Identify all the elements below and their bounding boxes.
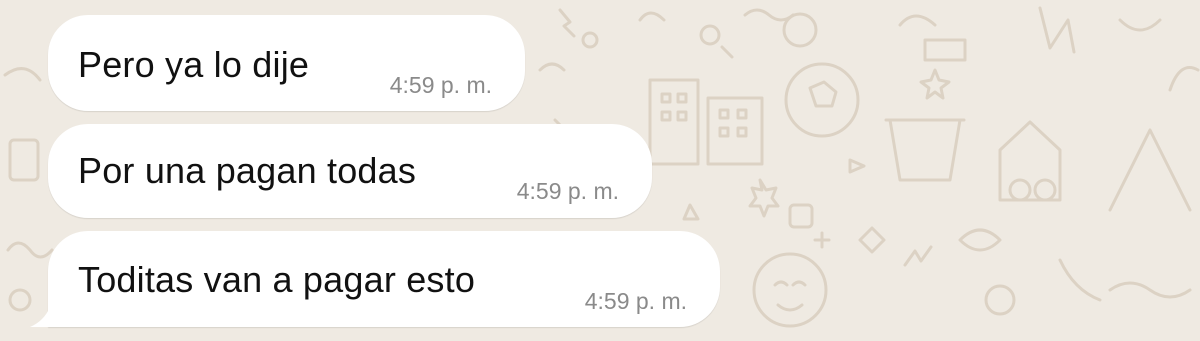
message-timestamp: 4:59 p. m.	[389, 72, 492, 98]
message-text: Pero ya lo dije	[78, 44, 310, 85]
message-text: Toditas van a pagar esto	[78, 259, 476, 300]
message-bubble[interactable]: Pero ya lo dije 4:59 p. m.	[48, 15, 525, 111]
message-bubble[interactable]: Toditas van a pagar esto 4:59 p. m.	[48, 231, 720, 327]
message-text: Por una pagan todas	[78, 150, 417, 191]
message-bubble[interactable]: Por una pagan todas 4:59 p. m.	[48, 124, 652, 218]
message-timestamp: 4:59 p. m.	[584, 288, 687, 314]
message-timestamp: 4:59 p. m.	[516, 178, 619, 204]
bubble-tail	[30, 307, 50, 327]
